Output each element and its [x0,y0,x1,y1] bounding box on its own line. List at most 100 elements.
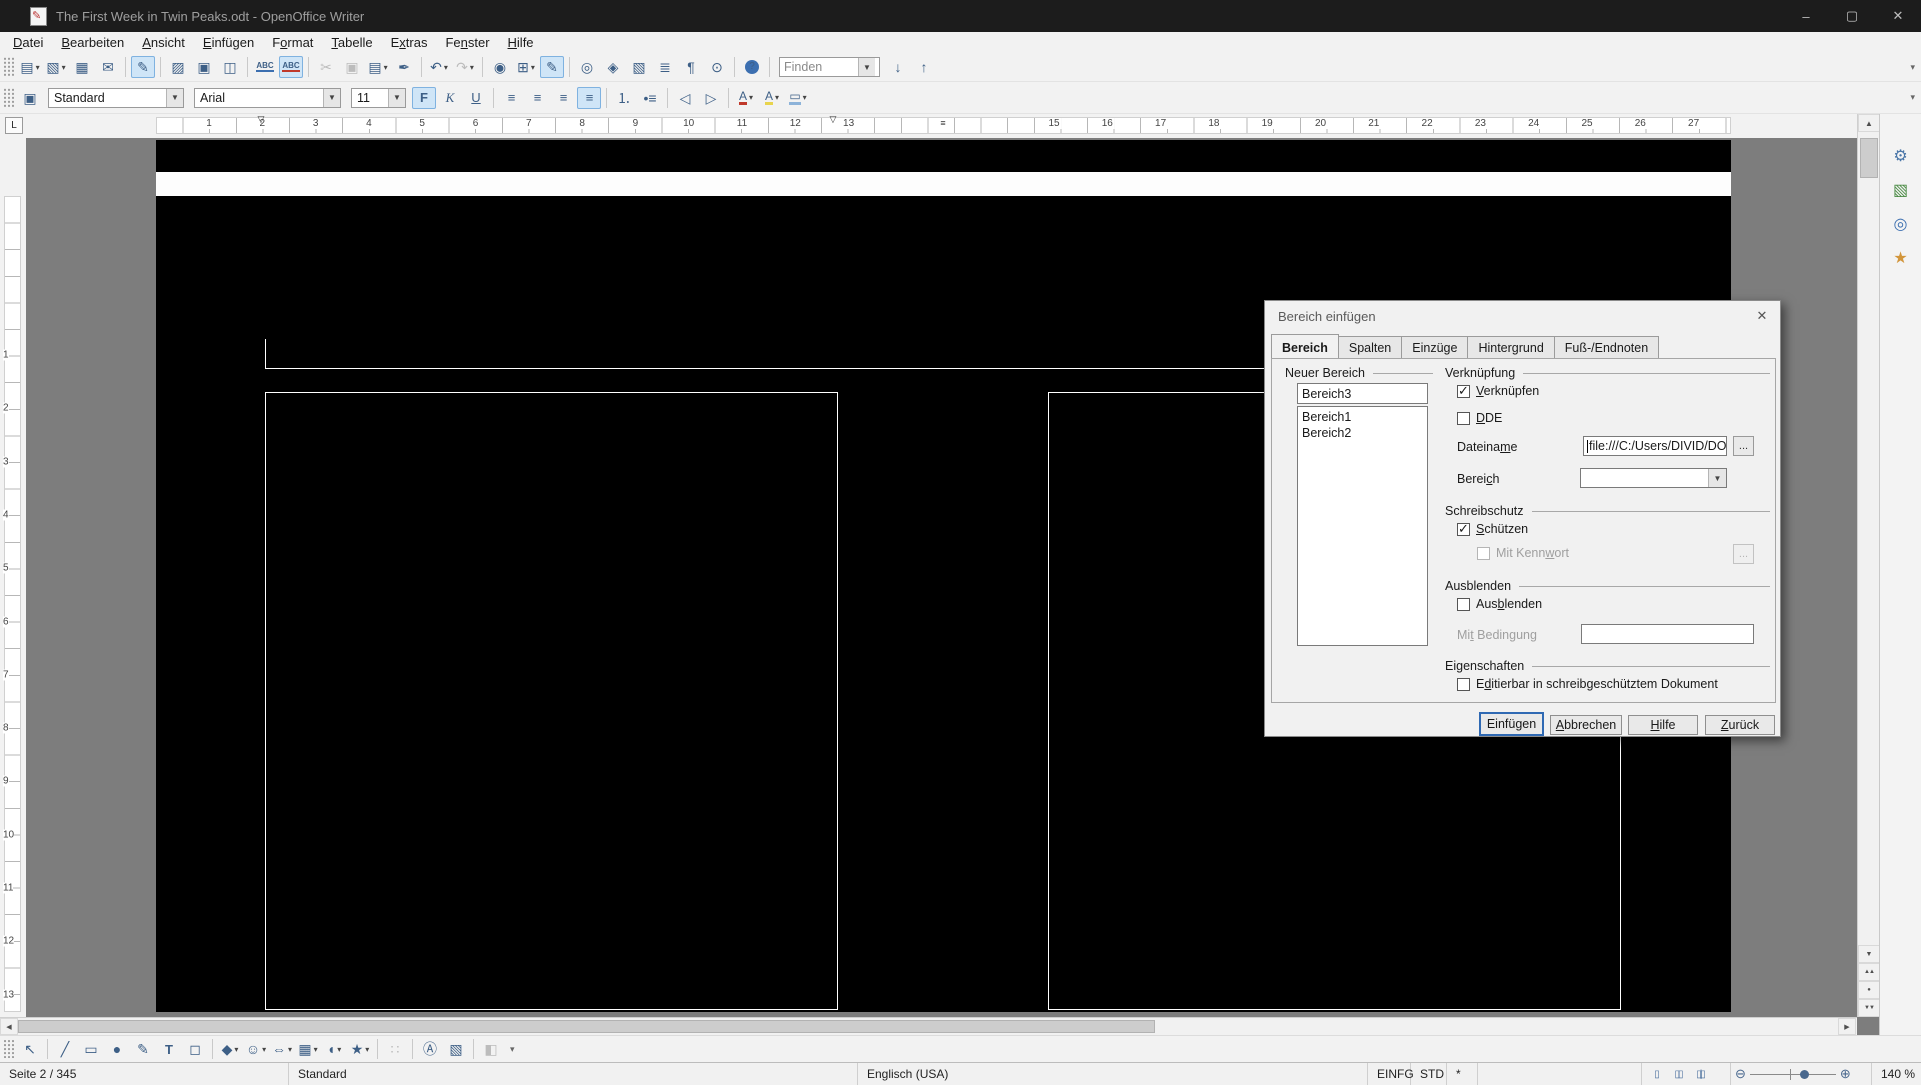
tab-spalten[interactable]: Spalten [1338,336,1402,360]
selection-mode-status[interactable]: STD [1411,1063,1447,1085]
toolbar-grip[interactable] [4,87,14,109]
scroll-down-icon[interactable]: ▼ [1858,945,1880,963]
help-button[interactable]: Hilfe [1628,715,1698,735]
chevron-down-icon[interactable]: ▼ [323,89,340,107]
nonprinting-chars-icon[interactable]: ¶ [679,56,703,78]
align-justify-icon[interactable]: ≡ [577,87,601,109]
extrusion-icon[interactable]: ◧ [479,1038,503,1060]
font-size-combo[interactable]: 11 ▼ [351,88,406,108]
basic-shapes-icon[interactable]: ◆▾ [218,1038,242,1060]
menu-hilfe[interactable]: Hilfe [499,33,543,52]
underline-button[interactable]: U [464,87,488,109]
dde-checkbox[interactable]: DDE [1457,411,1502,425]
hyperlink-icon[interactable]: ◉ [488,56,512,78]
filename-field[interactable]: file:///C:/Users/DIVID/DOWI [1583,436,1727,456]
align-right-icon[interactable]: ≡ [551,87,575,109]
find-previous-icon[interactable]: ↑ [912,56,936,78]
list-item[interactable]: Bereich2 [1298,425,1427,441]
line-icon[interactable]: ╱ [53,1038,77,1060]
chevron-down-icon[interactable]: ▾ [288,1045,292,1054]
zoom-slider-thumb[interactable] [1800,1070,1809,1079]
list-item[interactable]: Bereich1 [1298,409,1427,425]
edit-file-icon[interactable]: ✎ [131,56,155,78]
language-status[interactable]: Englisch (USA) [858,1063,1368,1085]
chevron-down-icon[interactable]: ▾ [531,63,535,72]
restore-button[interactable]: ▢ [1829,0,1875,32]
find-replace-icon[interactable]: ◎ [575,56,599,78]
chevron-down-icon[interactable]: ▾ [775,93,779,102]
scroll-right-icon[interactable]: ▶ [1838,1018,1856,1035]
chevron-down-icon[interactable]: ▾ [384,63,388,72]
checkbox-unchecked-icon[interactable] [1457,678,1470,691]
gallery-icon[interactable]: ▧ [627,56,651,78]
autospellcheck-icon[interactable]: ABC [279,56,303,78]
section-name-input[interactable]: Bereich3 [1297,383,1428,404]
chevron-down-icon[interactable]: ▾ [365,1045,369,1054]
font-name-combo[interactable]: Arial ▼ [194,88,341,108]
menu-bearbeiten[interactable]: Bearbeiten [52,33,133,52]
dialog-close-icon[interactable]: ✕ [1752,307,1772,325]
export-pdf-icon[interactable]: ▨ [166,56,190,78]
chevron-down-icon[interactable]: ▾ [314,1045,318,1054]
chevron-down-icon[interactable]: ▼ [388,89,405,107]
paragraph-style-combo[interactable]: Standard ▼ [48,88,184,108]
help-icon[interactable]: ? [740,56,764,78]
previous-page-icon[interactable]: ▲▲ [1858,963,1880,981]
align-center-icon[interactable]: ≡ [525,87,549,109]
styles-window-icon[interactable]: ▣ [18,87,42,109]
checkbox-checked-icon[interactable] [1457,385,1470,398]
cancel-button[interactable]: Abbrechen [1550,715,1622,735]
new-document-icon[interactable]: ▤▾ [18,56,42,78]
paste-icon[interactable]: ▤▾ [366,56,390,78]
navigation-dot-icon[interactable]: ● [1858,981,1880,999]
cut-icon[interactable]: ✂ [314,56,338,78]
ellipse-icon[interactable]: ● [105,1038,129,1060]
menu-einfgen[interactable]: Einfügen [194,33,263,52]
increase-indent-icon[interactable]: ▷ [699,87,723,109]
view-facing-pages-icon[interactable]: ▯▯ [1667,1066,1689,1083]
navigator-icon[interactable]: ◈ [601,56,625,78]
edit-points-icon[interactable]: ∷ [383,1038,407,1060]
menu-extras[interactable]: Extras [382,33,437,52]
email-icon[interactable]: ✉ [96,56,120,78]
view-single-page-icon[interactable]: ▯ [1645,1066,1667,1083]
save-icon[interactable]: ▦ [70,56,94,78]
chevron-down-icon[interactable]: ▾ [749,93,753,102]
tab-hintergrund[interactable]: Hintergrund [1467,336,1554,360]
chevron-down-icon[interactable]: ▾ [470,63,474,72]
toolbar-overflow-icon[interactable]: ▾ [510,1044,515,1055]
tab-einzge[interactable]: Einzüge [1401,336,1468,360]
align-left-icon[interactable]: ≡ [499,87,523,109]
chevron-down-icon[interactable]: ▼ [166,89,183,107]
section-listbox[interactable]: Bereich1Bereich2 [1297,406,1428,646]
text-callout-icon[interactable]: ◻ [183,1038,207,1060]
checkbox-unchecked-icon[interactable] [1457,598,1470,611]
styles-panel-icon[interactable]: ★ [1889,246,1913,270]
chevron-down-icon[interactable]: ▾ [36,63,40,72]
horizontal-scrollbar[interactable]: ◀ ▶ [0,1017,1857,1035]
bold-button[interactable]: F [412,87,436,109]
checkbox-unchecked-icon[interactable] [1457,412,1470,425]
view-book-mode-icon[interactable]: ▯|▯ [1689,1066,1711,1083]
format-paintbrush-icon[interactable]: ✒ [392,56,416,78]
vertical-scrollbar[interactable]: ▲ ▼ ▲▲ ● ▼▼ [1857,114,1879,1017]
tab-fuendnoten[interactable]: Fuß-/Endnoten [1554,336,1659,360]
fontwork-icon[interactable]: Ⓐ [418,1038,442,1060]
page-preview-icon[interactable]: ◫ [218,56,242,78]
section-dropdown[interactable]: ▼ [1580,468,1727,488]
indent-marker[interactable]: ▽ [258,114,265,125]
zoom-icon[interactable]: ⊙ [705,56,729,78]
chevron-down-icon[interactable]: ▼ [1708,469,1726,487]
table-icon[interactable]: ⊞▾ [514,56,538,78]
find-next-icon[interactable]: ↓ [886,56,910,78]
bullet-list-icon[interactable]: •≡ [638,87,662,109]
find-input[interactable] [780,58,858,76]
zoom-slider[interactable] [1750,1066,1836,1083]
redo-icon[interactable]: ↷▾ [453,56,477,78]
menu-datei[interactable]: Datei [4,33,52,52]
picture-from-file-icon[interactable]: ▧ [444,1038,468,1060]
text-box-icon[interactable]: T [157,1038,181,1060]
next-page-icon[interactable]: ▼▼ [1858,999,1880,1017]
menu-fenster[interactable]: Fenster [436,33,498,52]
zoom-percentage[interactable]: 140 % [1872,1063,1921,1085]
